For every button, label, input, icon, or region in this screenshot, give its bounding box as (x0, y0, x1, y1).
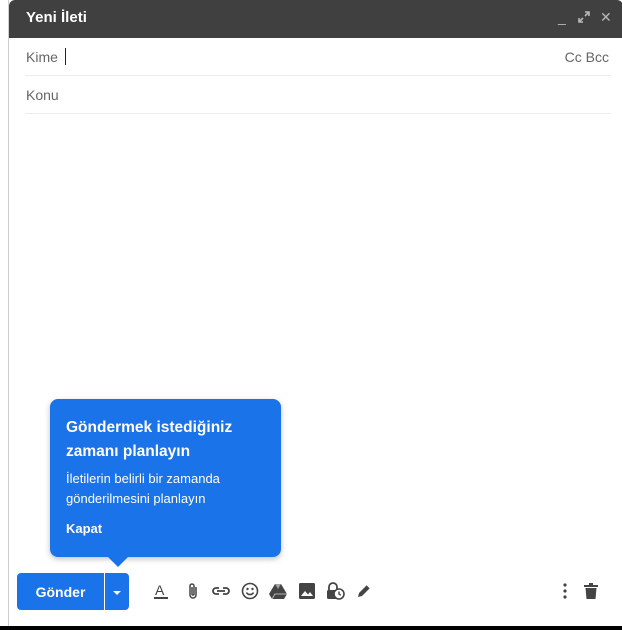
schedule-send-tooltip: Göndermek istediğiniz zamanı planlayın İ… (50, 399, 281, 557)
drive-icon[interactable] (268, 581, 288, 601)
tooltip-description: İletilerin belirli bir zamanda gönderilm… (66, 471, 220, 506)
minimize-icon[interactable]: _ (558, 9, 566, 25)
compose-titlebar[interactable]: Yeni İleti _ ✕ (9, 0, 622, 38)
confidential-mode-icon[interactable] (325, 581, 345, 601)
svg-text:A: A (155, 582, 165, 598)
more-options-icon[interactable] (555, 581, 575, 601)
link-icon[interactable] (211, 581, 231, 601)
text-cursor (65, 48, 66, 65)
window-bottom-edge (0, 626, 622, 630)
compose-title: Yeni İleti (26, 9, 87, 26)
photo-icon[interactable] (297, 581, 317, 601)
tooltip-arrow (108, 557, 128, 567)
formatting-icon[interactable]: A (151, 581, 171, 601)
signature-icon[interactable] (354, 581, 374, 601)
cc-bcc-link[interactable]: Cc Bcc (565, 49, 609, 65)
tooltip-close-button[interactable]: Kapat (66, 521, 102, 536)
subject-placeholder: Konu (26, 87, 59, 103)
attach-icon[interactable] (183, 581, 203, 601)
chevron-down-icon (112, 583, 122, 601)
to-label: Kime (26, 49, 58, 65)
trash-icon[interactable] (581, 581, 601, 601)
emoji-icon[interactable] (240, 581, 260, 601)
close-icon[interactable]: ✕ (600, 9, 612, 26)
fullscreen-icon[interactable] (577, 10, 591, 27)
send-button[interactable]: Gönder (17, 573, 104, 610)
subject-field[interactable]: Konu (25, 76, 611, 114)
to-field[interactable]: Kime Cc Bcc (25, 38, 611, 76)
more-send-options-button[interactable] (105, 573, 129, 610)
tooltip-title: Göndermek istediğiniz zamanı planlayın (66, 419, 233, 460)
